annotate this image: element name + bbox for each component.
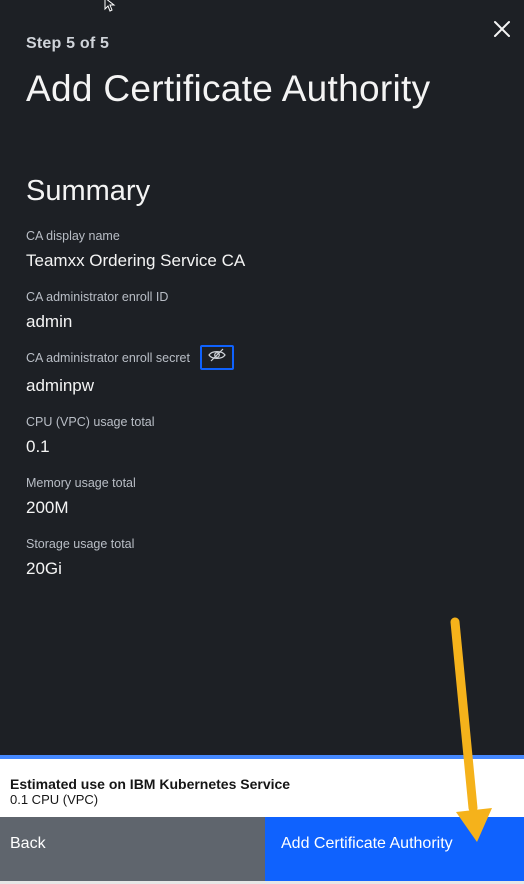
close-icon[interactable] <box>487 21 517 48</box>
mouse-pointer-icon <box>103 0 117 12</box>
memory-usage-value: 200M <box>26 498 69 517</box>
memory-usage-label: Memory usage total <box>26 476 136 490</box>
estimate-value: 0.1 CPU (VPC) <box>10 792 99 807</box>
page-title: Add Certificate Authority <box>26 68 431 109</box>
storage-usage-label: Storage usage total <box>26 537 135 551</box>
back-button[interactable]: Back <box>0 817 265 881</box>
storage-usage-value: 20Gi <box>26 559 62 578</box>
ca-enroll-secret-value: adminpw <box>26 376 95 395</box>
add-certificate-authority-button[interactable]: Add Certificate Authority <box>265 817 524 881</box>
ca-display-name-value: Teamxx Ordering Service CA <box>26 251 246 270</box>
resource-estimate: Estimated use on IBM Kubernetes Service … <box>0 755 524 817</box>
cpu-usage-label: CPU (VPC) usage total <box>26 415 155 429</box>
summary-heading: Summary <box>26 175 151 207</box>
side-panel: Step 5 of 5 Add Certificate Authority Su… <box>0 0 524 755</box>
ca-display-name-label: CA display name <box>26 229 120 243</box>
eye-slash-icon[interactable] <box>207 347 227 368</box>
ca-enroll-id-value: admin <box>26 312 73 331</box>
step-indicator: Step 5 of 5 <box>26 35 110 52</box>
ca-enroll-secret-label: CA administrator enroll secret <box>26 351 190 365</box>
toggle-secret-visibility-button[interactable] <box>200 345 234 370</box>
estimate-title: Estimated use on IBM Kubernetes Service <box>10 776 291 792</box>
cpu-usage-value: 0.1 <box>26 437 50 456</box>
ca-enroll-id-label: CA administrator enroll ID <box>26 290 169 304</box>
close-button[interactable] <box>487 14 517 44</box>
